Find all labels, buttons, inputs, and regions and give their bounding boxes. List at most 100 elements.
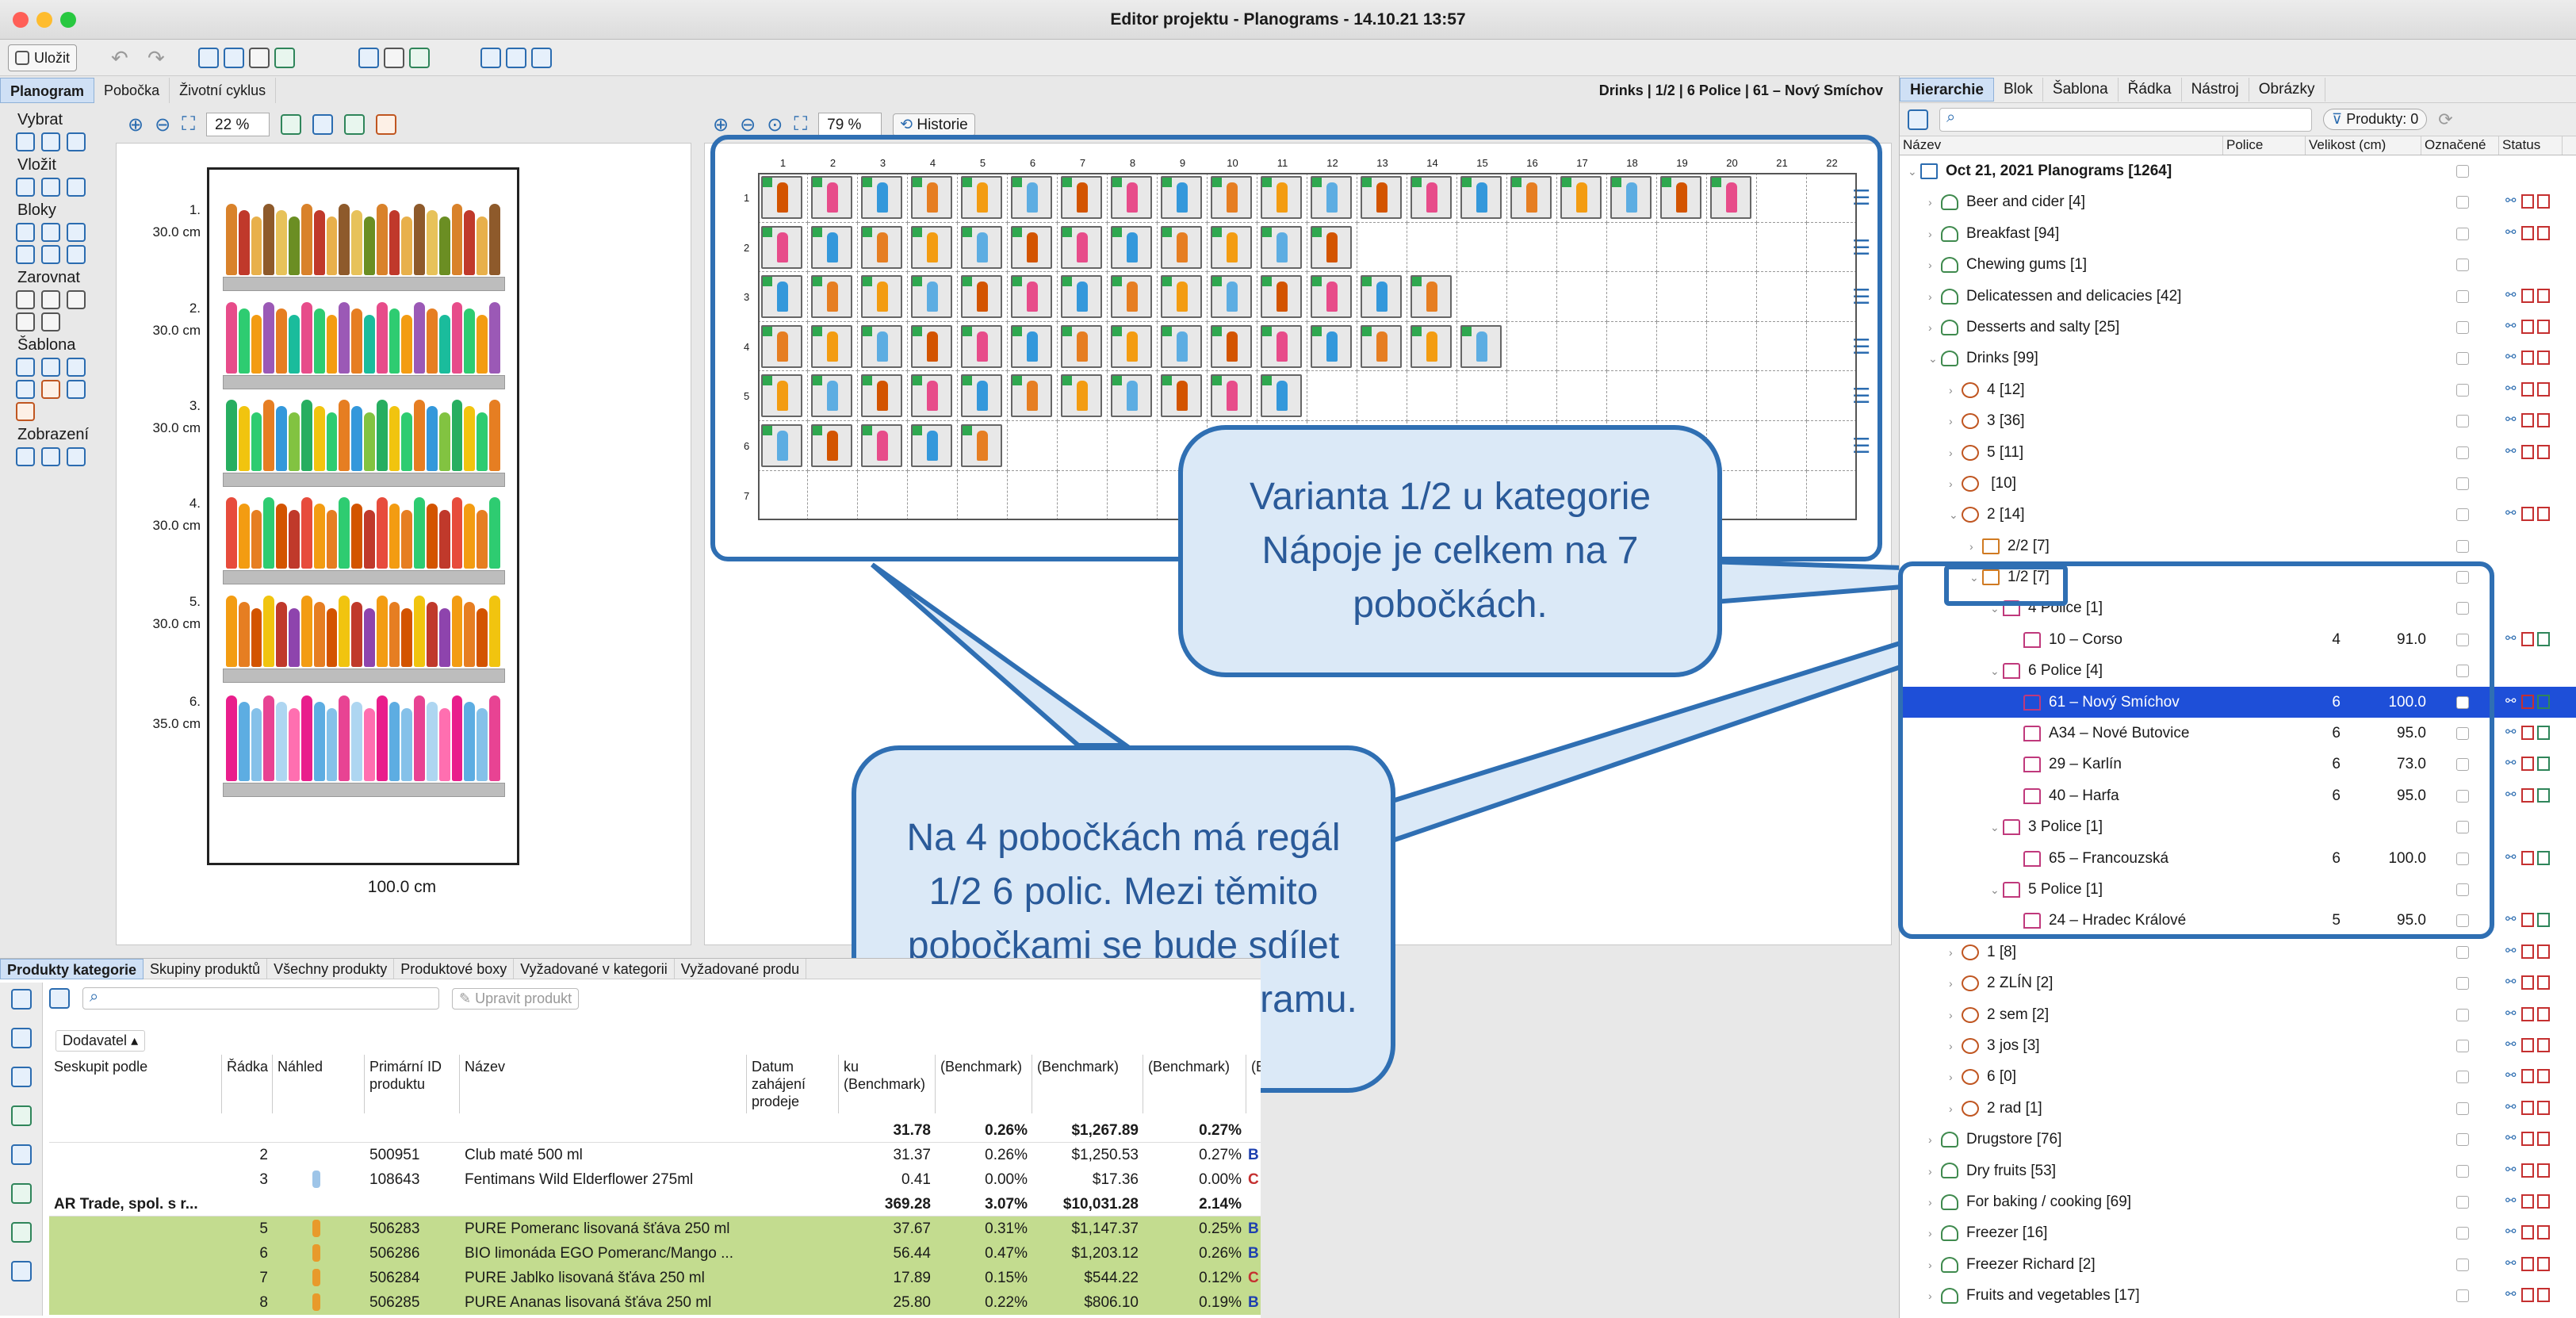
settings-icon[interactable] bbox=[1908, 109, 1928, 130]
tree-row[interactable]: › 2 rad [1] ⚯ bbox=[1900, 1093, 2576, 1124]
expand-chevron-icon[interactable]: › bbox=[1928, 312, 1941, 343]
column-header[interactable]: Náhled bbox=[273, 1055, 365, 1113]
link-icon[interactable]: ⚯ bbox=[2505, 1007, 2518, 1021]
expand-chevron-icon[interactable]: › bbox=[1928, 1250, 1941, 1281]
expand-chevron-icon[interactable]: › bbox=[1928, 1125, 1941, 1155]
tab-required-category[interactable]: Vyžadované v kategorii bbox=[514, 959, 675, 979]
column-header[interactable]: (Benchmark) bbox=[936, 1055, 1032, 1113]
tree-row[interactable]: › Dry fruits [53] ⚯ bbox=[1900, 1155, 2576, 1186]
tree-node[interactable]: › 2 rad [1] bbox=[1949, 1093, 2042, 1125]
expand-chevron-icon[interactable]: › bbox=[1969, 531, 1982, 562]
tree-row[interactable]: › Fruits and vegetables [17] ⚯ bbox=[1900, 1280, 2576, 1311]
tree-node[interactable]: ⌄ Drinks [99] bbox=[1928, 343, 2038, 374]
tab-block[interactable]: Blok bbox=[1994, 77, 2043, 102]
tree-node[interactable]: › [10] bbox=[1949, 468, 2016, 500]
tree-node[interactable]: › For baking / cooking [69] bbox=[1928, 1186, 2131, 1218]
marked-checkbox[interactable] bbox=[2456, 1039, 2469, 1052]
link-icon[interactable]: ⚯ bbox=[2505, 1163, 2518, 1178]
tree-row[interactable]: › Beer and cider [4] ⚯ bbox=[1900, 186, 2576, 217]
marked-checkbox[interactable] bbox=[2456, 1289, 2469, 1303]
marked-checkbox[interactable] bbox=[2456, 1227, 2469, 1240]
link-icon[interactable]: ⚯ bbox=[2505, 913, 2518, 927]
tree-row[interactable]: › Drugstore [76] ⚯ bbox=[1900, 1124, 2576, 1155]
link-icon[interactable]: ⚯ bbox=[2505, 507, 2518, 521]
tree-row[interactable]: › Chewing gums [1] bbox=[1900, 249, 2576, 280]
link-icon[interactable]: ⚯ bbox=[2505, 289, 2518, 303]
paste-icon[interactable] bbox=[11, 1067, 32, 1087]
expand-chevron-icon[interactable]: › bbox=[1949, 1094, 1962, 1125]
expand-chevron-icon[interactable]: › bbox=[1949, 1062, 1962, 1093]
column-header[interactable]: ku (Benchmark) bbox=[839, 1055, 936, 1113]
col-status[interactable]: Status bbox=[2499, 136, 2563, 155]
tree-node[interactable]: › 2 ZLÍN [2] bbox=[1949, 967, 2053, 999]
marked-checkbox[interactable] bbox=[2456, 1102, 2469, 1115]
expand-chevron-icon[interactable]: › bbox=[1928, 1156, 1941, 1187]
copy-icon[interactable] bbox=[11, 1028, 32, 1048]
marked-checkbox[interactable] bbox=[2456, 1195, 2469, 1209]
image-icon[interactable] bbox=[11, 1105, 32, 1126]
link-icon[interactable]: ⚯ bbox=[2505, 1194, 2518, 1209]
tree-row[interactable]: › 5 [11] ⚯ bbox=[1900, 437, 2576, 468]
marked-checkbox[interactable] bbox=[2456, 539, 2469, 553]
link-icon[interactable]: ⚯ bbox=[2505, 788, 2518, 803]
tree-row[interactable]: › Breakfast [94] ⚯ bbox=[1900, 218, 2576, 249]
link-icon[interactable]: ⚯ bbox=[2505, 851, 2518, 865]
tree-node[interactable]: › 4 [12] bbox=[1949, 374, 2025, 406]
check-icon[interactable] bbox=[11, 989, 32, 1010]
marked-checkbox[interactable] bbox=[2456, 1164, 2469, 1178]
link-icon[interactable]: ⚯ bbox=[2505, 1069, 2518, 1083]
marked-checkbox[interactable] bbox=[2456, 477, 2469, 490]
column-header[interactable]: Primární ID produktu bbox=[365, 1055, 460, 1113]
column-header[interactable]: (Benchmark) bbox=[1032, 1055, 1143, 1113]
marked-checkbox[interactable] bbox=[2456, 1008, 2469, 1021]
tree-node[interactable]: › Drugstore [76] bbox=[1928, 1124, 2061, 1155]
tree-row[interactable]: › 2 ZLÍN [2] ⚯ bbox=[1900, 967, 2576, 998]
list-icon[interactable] bbox=[11, 1144, 32, 1165]
link-icon[interactable]: ⚯ bbox=[2505, 1038, 2518, 1052]
expand-chevron-icon[interactable]: › bbox=[1928, 1281, 1941, 1312]
tree-row[interactable]: › 1 [8] ⚯ bbox=[1900, 937, 2576, 967]
tree-row[interactable]: ⌄ 2 [14] ⚯ bbox=[1900, 499, 2576, 530]
link-icon[interactable]: ⚯ bbox=[2505, 226, 2518, 240]
tree-node[interactable]: › 3 [36] bbox=[1949, 405, 2025, 437]
tree-node[interactable]: ⌄ Oct 21, 2021 Planograms [1264] bbox=[1908, 155, 2172, 187]
table-row[interactable]: 7 506284 PURE Jablko lisovaná šťáva 250 ml… bbox=[49, 1266, 1261, 1290]
tab-template[interactable]: Šablona bbox=[2043, 77, 2119, 102]
marked-checkbox[interactable] bbox=[2456, 352, 2469, 366]
table-row[interactable]: 5 506283 PURE Pomeranc lisovaná šťáva 250 … bbox=[49, 1216, 1261, 1241]
column-header[interactable]: Název bbox=[460, 1055, 747, 1113]
tree-row[interactable]: › 2 sem [2] ⚯ bbox=[1900, 999, 2576, 1030]
tree-node[interactable]: ⌄ 2 [14] bbox=[1949, 499, 2025, 531]
table-row[interactable]: 3 108643 Fentimans Wild Elderflower 275ml 0… bbox=[49, 1167, 1261, 1192]
link-icon[interactable]: ⚯ bbox=[2505, 975, 2518, 990]
column-header[interactable]: (Benchmark) bbox=[1246, 1055, 1261, 1113]
expand-chevron-icon[interactable]: › bbox=[1949, 375, 1962, 406]
col-name[interactable]: Název bbox=[1900, 136, 2223, 155]
expand-chevron-icon[interactable]: ⌄ bbox=[1928, 343, 1941, 374]
tree-node[interactable]: › Dry fruits [53] bbox=[1928, 1155, 2056, 1187]
link-icon[interactable]: ⚯ bbox=[2505, 1225, 2518, 1239]
link-icon[interactable]: ⚯ bbox=[2505, 726, 2518, 740]
tree-row[interactable]: › 3 [36] ⚯ bbox=[1900, 405, 2576, 436]
col-shelves[interactable]: Police bbox=[2223, 136, 2306, 155]
hierarchy-search-input[interactable]: ⌕ bbox=[1939, 107, 2312, 132]
tree-row[interactable]: › Freezer Richard [2] ⚯ bbox=[1900, 1249, 2576, 1280]
tree-node[interactable]: › Beer and cider [4] bbox=[1928, 186, 2085, 218]
expand-chevron-icon[interactable]: › bbox=[1928, 1218, 1941, 1249]
tree-node[interactable]: › 2 sem [2] bbox=[1949, 999, 2049, 1031]
table-row[interactable]: 6 506286 BIO limonáda EGO Pomeranc/Mango .… bbox=[49, 1241, 1261, 1266]
marked-checkbox[interactable] bbox=[2456, 945, 2469, 959]
edit-product-button[interactable]: ✎ Upravit produkt bbox=[452, 987, 580, 1010]
marked-checkbox[interactable] bbox=[2456, 446, 2469, 459]
expand-chevron-icon[interactable]: › bbox=[1949, 406, 1962, 437]
tree-node[interactable]: › 1 [8] bbox=[1949, 937, 2016, 968]
tree-node[interactable]: › Fruits and vegetables [17] bbox=[1928, 1280, 2140, 1312]
link-icon[interactable]: ⚯ bbox=[2505, 320, 2518, 334]
marked-checkbox[interactable] bbox=[2456, 165, 2469, 178]
expand-chevron-icon[interactable]: › bbox=[1949, 1031, 1962, 1062]
column-header[interactable]: Řádka bbox=[222, 1055, 273, 1113]
marked-checkbox[interactable] bbox=[2456, 977, 2469, 990]
link-icon[interactable]: ⚯ bbox=[2505, 1257, 2518, 1271]
products-search-input[interactable]: ⌕ bbox=[82, 987, 439, 1010]
link-icon[interactable]: ⚯ bbox=[2505, 445, 2518, 459]
